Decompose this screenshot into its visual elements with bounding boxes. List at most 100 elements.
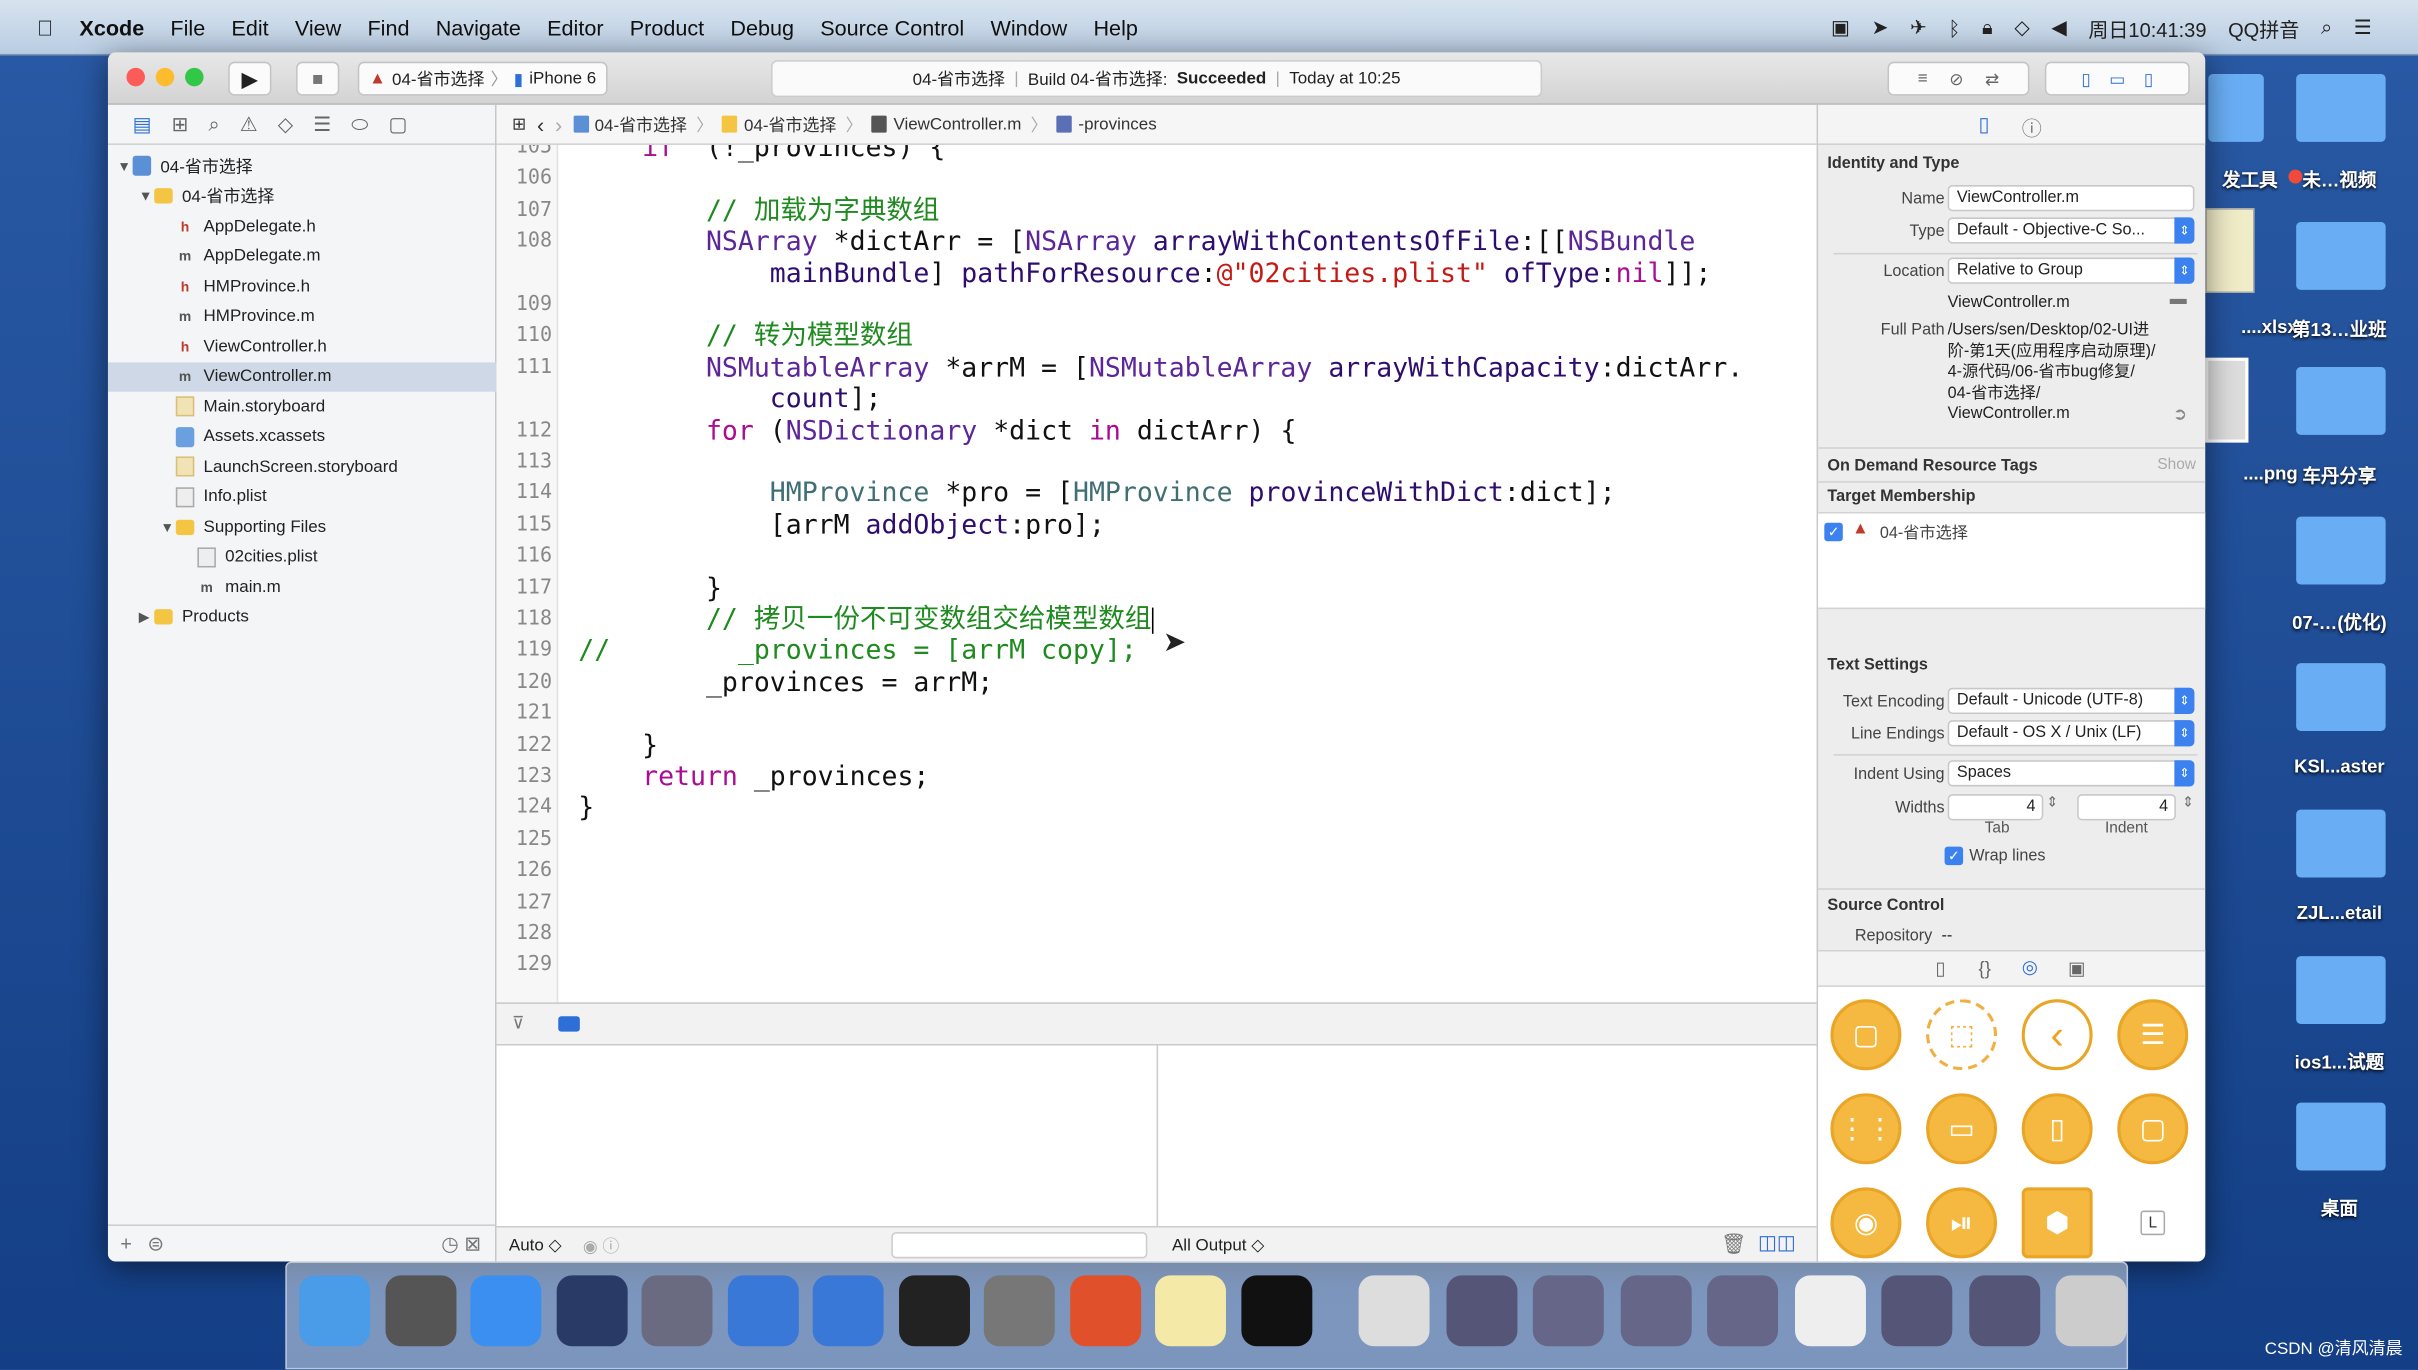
folder-icon[interactable]: [2296, 367, 2386, 435]
reveal-in-finder-icon[interactable]: ➲: [2173, 404, 2187, 425]
navigator-item[interactable]: h HMProvince.h: [108, 271, 497, 301]
navigator-item[interactable]: m ViewController.m: [107, 361, 497, 392]
filter-icon[interactable]: ⊜: [147, 1231, 164, 1256]
volume-icon[interactable]: ◀: [2051, 15, 2066, 40]
variables-filter-input[interactable]: [891, 1232, 1148, 1259]
window-thumb-icon[interactable]: [1968, 1275, 2040, 1347]
window-thumb-icon[interactable]: [1881, 1275, 1953, 1347]
tab-width-stepper[interactable]: ⇕: [2046, 794, 2058, 811]
test-navigator-icon[interactable]: ◇: [278, 112, 293, 137]
bluetooth-icon[interactable]: ᛒ: [1948, 16, 1960, 39]
menu-view[interactable]: View: [295, 15, 341, 40]
code-line[interactable]: NSMutableArray *arrM = [NSMutableArray a…: [578, 353, 1743, 384]
code-line[interactable]: // 拷贝一份不可变数组交给模型数组: [578, 605, 1153, 635]
menu-product[interactable]: Product: [630, 15, 704, 40]
variables-scope-select[interactable]: Auto ◇: [509, 1235, 562, 1256]
minimize-button[interactable]: [155, 67, 175, 87]
desktop-item-label[interactable]: ios1...试题: [2247, 1049, 2418, 1075]
navigator-item[interactable]: 02cities.plist: [108, 542, 497, 572]
media-library-icon[interactable]: ▣: [2068, 958, 2085, 980]
target-checkbox[interactable]: ✓: [1824, 522, 1843, 542]
folder-icon[interactable]: [2296, 956, 2386, 1024]
navigator-item[interactable]: h AppDelegate.h: [108, 211, 497, 241]
toggle-debug-icon[interactable]: ▭: [2109, 69, 2125, 89]
page-view-controller-icon[interactable]: ▢: [2117, 1093, 2189, 1165]
code-line[interactable]: // 加载为字典数组: [578, 196, 939, 227]
folder-icon[interactable]: [2208, 74, 2264, 142]
wifi-icon[interactable]: ◇: [2014, 15, 2029, 40]
output-select[interactable]: All Output ◇: [1172, 1235, 1264, 1256]
indent-select[interactable]: Spaces ⇕: [1947, 760, 2195, 787]
window-thumb-icon[interactable]: [1619, 1275, 1691, 1347]
split-view-controller-icon[interactable]: ▯: [2021, 1093, 2093, 1165]
menu-source-control[interactable]: Source Control: [820, 15, 964, 40]
desktop-item-label[interactable]: KSI...aster: [2247, 756, 2418, 778]
zoom-button[interactable]: [185, 67, 204, 87]
window-thumb-icon[interactable]: [1445, 1275, 1517, 1347]
object-library-icon[interactable]: ◎: [2022, 956, 2038, 978]
scheme-selector[interactable]: ▲ 04-省市选择 〉 ▮ iPhone 6: [357, 61, 608, 96]
code-line[interactable]: }: [578, 793, 594, 824]
stop-button[interactable]: ■: [296, 61, 340, 96]
location-icon[interactable]: ➤: [1872, 15, 1889, 40]
project-navigator-icon[interactable]: ▤: [133, 112, 152, 137]
standard-editor-icon[interactable]: ≡: [1918, 69, 1928, 88]
quick-help-icon[interactable]: ⓘ: [2022, 113, 2042, 142]
odr-show-button[interactable]: Show: [2157, 456, 2196, 473]
preview-icon[interactable]: [1358, 1275, 1430, 1347]
navigator-item[interactable]: m main.m: [108, 572, 497, 602]
recent-files-icon[interactable]: ◷ ⊠: [441, 1231, 481, 1256]
folder-icon[interactable]: [2296, 516, 2386, 585]
navigator-item[interactable]: LaunchScreen.storyboard: [108, 452, 497, 482]
menu-help[interactable]: Help: [1093, 15, 1137, 40]
spotlight-icon[interactable]: ⌕: [2321, 15, 2332, 40]
trash-icon[interactable]: [2055, 1275, 2127, 1347]
code-line[interactable]: // _provinces = [arrM copy];: [578, 636, 1137, 667]
breadcrumb-item[interactable]: ViewController.m: [871, 115, 1021, 133]
view-controller-icon[interactable]: ▢: [1830, 999, 1902, 1071]
spreadsheet-file-icon[interactable]: [2205, 208, 2255, 293]
code-line[interactable]: [arrM addObject:pro];: [578, 510, 1105, 541]
notes-icon[interactable]: [1155, 1275, 1226, 1347]
name-field[interactable]: ViewController.m: [1947, 185, 2195, 212]
text-caret[interactable]: [1151, 606, 1153, 634]
screen-record-icon[interactable]: ▣: [1831, 15, 1850, 40]
glkit-view-controller-icon[interactable]: ◉: [1830, 1187, 1902, 1259]
code-line[interactable]: for (NSDictionary *dict in dictArr) {: [578, 416, 1296, 447]
toggle-navigator-icon[interactable]: ▯: [2081, 69, 2090, 89]
table-view-controller-icon[interactable]: ☰: [2117, 999, 2189, 1071]
code-line[interactable]: HMProvince *pro = [HMProvince provinceWi…: [578, 479, 1616, 510]
navigator-item[interactable]: Info.plist: [108, 482, 497, 512]
file-inspector-icon[interactable]: ▯: [1979, 113, 1990, 138]
code-line[interactable]: mainBundle] pathForResource:@"02cities.p…: [578, 258, 1712, 289]
symbol-navigator-icon[interactable]: ⊞: [172, 112, 189, 137]
desktop-item-label[interactable]: 车丹分享: [2247, 463, 2418, 489]
hide-debug-icon[interactable]: ⊽: [512, 1013, 524, 1034]
window-thumb-icon[interactable]: [1794, 1275, 1866, 1347]
menu-edit[interactable]: Edit: [231, 15, 268, 40]
storyboard-reference-icon[interactable]: ⬚: [1926, 999, 1998, 1071]
object-icon[interactable]: ⬢: [2021, 1187, 2093, 1259]
split-view-icon[interactable]: ◫◫: [1758, 1231, 1796, 1256]
report-navigator-icon[interactable]: ▢: [388, 112, 407, 137]
code-line[interactable]: if (!_provinces) {: [578, 145, 945, 164]
desktop-item-label[interactable]: 未…视频: [2247, 167, 2418, 193]
related-items-icon[interactable]: ⊞: [512, 114, 526, 135]
airplane-icon[interactable]: ✈: [1910, 15, 1927, 40]
imovie-icon[interactable]: [641, 1275, 713, 1347]
powerpoint-icon[interactable]: [1069, 1275, 1141, 1347]
tab-width-field[interactable]: 4: [1947, 794, 2044, 821]
notification-center-icon[interactable]: ☰: [2354, 15, 2372, 40]
navigator-item[interactable]: ▼ 04-省市选择: [108, 181, 497, 211]
window-thumb-icon[interactable]: [1532, 1275, 1604, 1347]
folder-icon[interactable]: [2296, 809, 2386, 878]
add-icon[interactable]: +: [120, 1232, 132, 1255]
disclosure-triangle-icon[interactable]: ▶: [139, 609, 154, 626]
code-line[interactable]: }: [578, 730, 658, 761]
folder-icon[interactable]: [2296, 222, 2386, 290]
menu-debug[interactable]: Debug: [730, 15, 794, 40]
trash-icon[interactable]: 🗑︎: [1721, 1232, 1746, 1257]
disclosure-triangle-icon[interactable]: ▼: [160, 519, 175, 534]
code-line[interactable]: }: [578, 573, 722, 604]
file-template-icon[interactable]: ▯: [1935, 958, 1945, 980]
